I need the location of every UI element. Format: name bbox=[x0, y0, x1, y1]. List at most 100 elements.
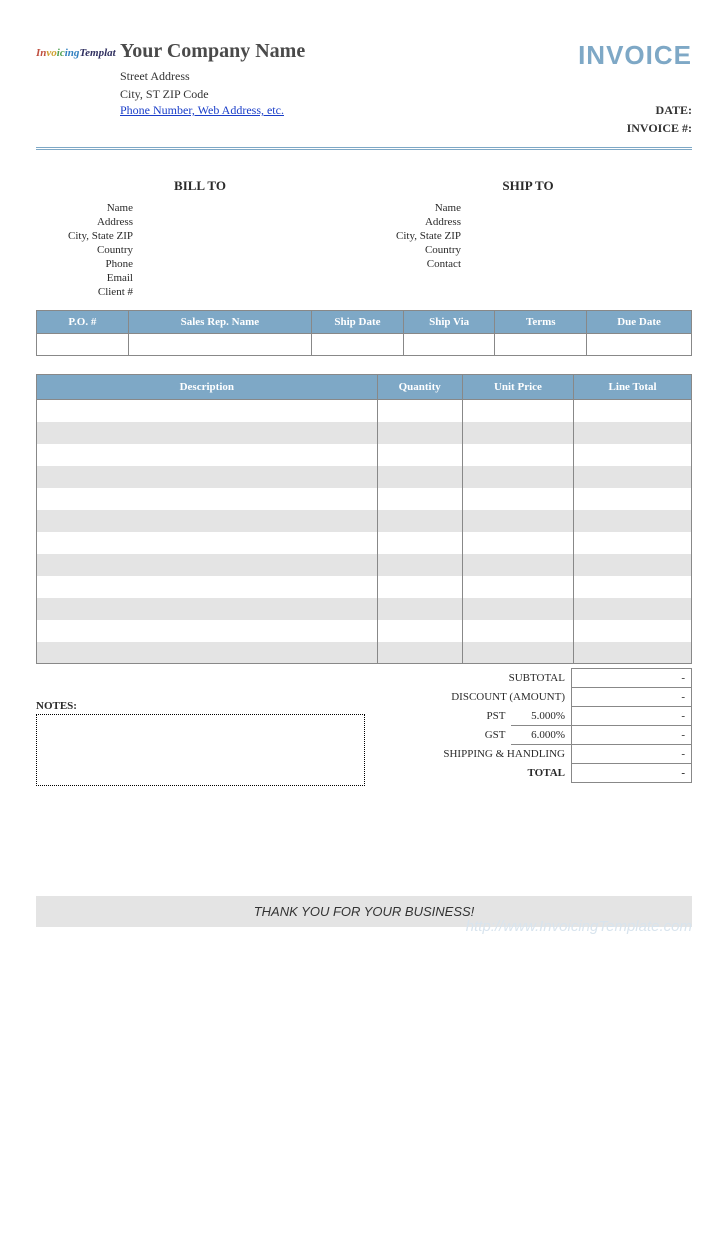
info-cell[interactable] bbox=[128, 334, 311, 356]
ship-to-field-value[interactable] bbox=[469, 244, 692, 256]
col-description: Description bbox=[37, 375, 378, 400]
line-item-cell[interactable] bbox=[462, 620, 573, 642]
gst-value: - bbox=[571, 726, 691, 745]
company-name: Your Company Name bbox=[120, 40, 578, 63]
company-contact-link[interactable]: Phone Number, Web Address, etc. bbox=[120, 103, 284, 117]
line-item-cell[interactable] bbox=[377, 598, 462, 620]
line-item-cell[interactable] bbox=[37, 642, 378, 664]
line-item-cell[interactable] bbox=[377, 554, 462, 576]
bill-to-field-value[interactable] bbox=[141, 258, 364, 270]
ship-to-field-value[interactable] bbox=[469, 230, 692, 242]
info-cell[interactable] bbox=[37, 334, 129, 356]
line-item-cell[interactable] bbox=[574, 510, 692, 532]
line-item-cell[interactable] bbox=[574, 576, 692, 598]
info-header: P.O. # bbox=[37, 311, 129, 334]
line-item-cell[interactable] bbox=[37, 598, 378, 620]
pst-label: PST bbox=[377, 707, 511, 726]
bill-to-field-label: Name bbox=[36, 202, 141, 214]
bill-to-field-value[interactable] bbox=[141, 286, 364, 298]
line-item-cell[interactable] bbox=[37, 466, 378, 488]
line-item-cell[interactable] bbox=[37, 576, 378, 598]
ship-to-field-label: Contact bbox=[364, 258, 469, 270]
line-item-cell[interactable] bbox=[462, 400, 573, 422]
gst-rate: 6.000% bbox=[511, 726, 571, 745]
line-item-row bbox=[37, 444, 692, 466]
notes-box[interactable] bbox=[36, 714, 365, 786]
line-item-cell[interactable] bbox=[37, 422, 378, 444]
bill-to-field-label: Email bbox=[36, 272, 141, 284]
line-item-cell[interactable] bbox=[37, 400, 378, 422]
line-item-cell[interactable] bbox=[462, 444, 573, 466]
bill-to-field-value[interactable] bbox=[141, 202, 364, 214]
line-item-cell[interactable] bbox=[462, 532, 573, 554]
info-cell[interactable] bbox=[312, 334, 404, 356]
line-item-cell[interactable] bbox=[377, 576, 462, 598]
line-item-cell[interactable] bbox=[37, 444, 378, 466]
ship-to-field-value[interactable] bbox=[469, 258, 692, 270]
line-item-cell[interactable] bbox=[377, 620, 462, 642]
bill-to-field-value[interactable] bbox=[141, 272, 364, 284]
line-item-cell[interactable] bbox=[574, 466, 692, 488]
header-divider bbox=[36, 147, 692, 150]
bill-to-field-value[interactable] bbox=[141, 216, 364, 228]
line-item-cell[interactable] bbox=[574, 400, 692, 422]
line-item-row bbox=[37, 554, 692, 576]
pst-value: - bbox=[571, 707, 691, 726]
line-item-cell[interactable] bbox=[462, 488, 573, 510]
info-cell[interactable] bbox=[403, 334, 495, 356]
line-item-cell[interactable] bbox=[377, 642, 462, 664]
total-value: - bbox=[571, 764, 691, 783]
ship-to-field-label: Name bbox=[364, 202, 469, 214]
line-item-cell[interactable] bbox=[377, 510, 462, 532]
info-header: Ship Date bbox=[312, 311, 404, 334]
line-item-cell[interactable] bbox=[377, 422, 462, 444]
line-item-cell[interactable] bbox=[574, 642, 692, 664]
line-item-row bbox=[37, 598, 692, 620]
line-item-cell[interactable] bbox=[574, 422, 692, 444]
line-item-cell[interactable] bbox=[37, 488, 378, 510]
company-city: City, ST ZIP Code bbox=[120, 85, 578, 103]
watermark: http://www.InvoicingTemplate.com bbox=[466, 918, 692, 935]
bill-to-field-label: Country bbox=[36, 244, 141, 256]
ship-to-field-value[interactable] bbox=[469, 216, 692, 228]
line-item-cell[interactable] bbox=[462, 598, 573, 620]
gst-label: GST bbox=[377, 726, 511, 745]
line-item-cell[interactable] bbox=[462, 554, 573, 576]
svg-text:InvoicingTemplate: InvoicingTemplate bbox=[36, 47, 116, 59]
line-item-cell[interactable] bbox=[462, 510, 573, 532]
notes-label: NOTES: bbox=[36, 700, 365, 712]
line-item-row bbox=[37, 642, 692, 664]
line-item-cell[interactable] bbox=[37, 532, 378, 554]
line-item-cell[interactable] bbox=[574, 620, 692, 642]
line-item-cell[interactable] bbox=[377, 532, 462, 554]
line-item-cell[interactable] bbox=[377, 400, 462, 422]
ship-to-field-value[interactable] bbox=[469, 202, 692, 214]
line-item-cell[interactable] bbox=[574, 532, 692, 554]
line-item-cell[interactable] bbox=[574, 554, 692, 576]
line-item-cell[interactable] bbox=[462, 466, 573, 488]
bill-to-field-value[interactable] bbox=[141, 244, 364, 256]
info-cell[interactable] bbox=[495, 334, 587, 356]
company-street: Street Address bbox=[120, 67, 578, 85]
line-item-cell[interactable] bbox=[462, 642, 573, 664]
total-label: TOTAL bbox=[377, 764, 571, 783]
line-item-cell[interactable] bbox=[37, 510, 378, 532]
bill-to-field-value[interactable] bbox=[141, 230, 364, 242]
line-item-cell[interactable] bbox=[377, 444, 462, 466]
col-quantity: Quantity bbox=[377, 375, 462, 400]
line-item-cell[interactable] bbox=[462, 576, 573, 598]
header: InvoicingTemplate Your Company Name Stre… bbox=[36, 40, 692, 137]
line-item-cell[interactable] bbox=[574, 598, 692, 620]
company-block: Your Company Name Street Address City, S… bbox=[116, 40, 578, 118]
discount-value: - bbox=[571, 688, 691, 707]
line-item-cell[interactable] bbox=[462, 422, 573, 444]
line-item-cell[interactable] bbox=[377, 488, 462, 510]
info-cell[interactable] bbox=[587, 334, 692, 356]
line-item-cell[interactable] bbox=[37, 554, 378, 576]
ship-to-heading: SHIP TO bbox=[364, 178, 692, 194]
line-item-cell[interactable] bbox=[377, 466, 462, 488]
line-item-cell[interactable] bbox=[37, 620, 378, 642]
bill-ship-section: BILL TO NameAddressCity, State ZIPCountr… bbox=[36, 178, 692, 300]
line-item-cell[interactable] bbox=[574, 488, 692, 510]
line-item-cell[interactable] bbox=[574, 444, 692, 466]
